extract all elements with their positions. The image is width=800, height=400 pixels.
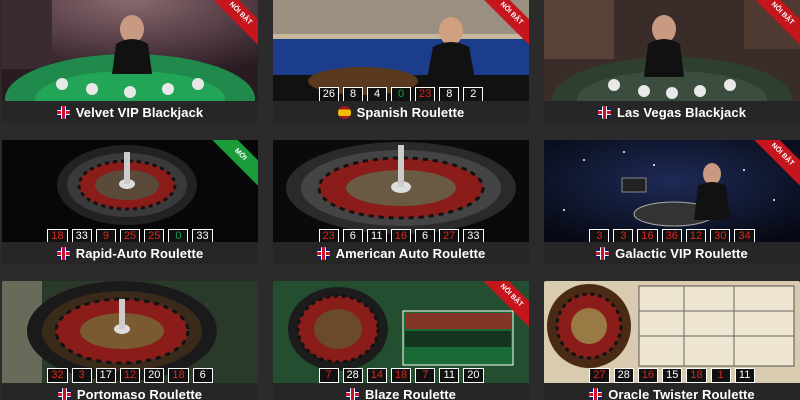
uk-flag-icon (57, 387, 71, 400)
game-thumbnail (273, 140, 529, 242)
result-chip: 0 (391, 87, 411, 102)
result-chip: 11 (439, 368, 460, 383)
result-chip: 18 (168, 368, 189, 383)
uk-flag-icon (596, 246, 610, 260)
result-chip: 18 (391, 368, 412, 383)
game-card-galactic-vip-roulette[interactable]: 3 3 16 36 12 30 34 NỔI BẬT Galactic VIP Roulet… (544, 140, 800, 264)
result-chip: 11 (734, 368, 755, 383)
uk-flag-icon (589, 387, 603, 400)
result-chip: 20 (463, 368, 484, 383)
game-grid: NỔI BẬT Velvet VIP Blackjack 26 8 4 0 23 8 2 N… (0, 0, 800, 400)
game-title: Spanish Roulette (356, 104, 465, 120)
result-chip: 32 (47, 368, 68, 383)
game-title-bar: Velvet VIP Blackjack (2, 101, 258, 123)
uk-flag-icon (597, 105, 611, 119)
game-title: Blaze Roulette (365, 386, 456, 400)
game-title: American Auto Roulette (335, 245, 486, 261)
game-title-bar: Portomaso Roulette (2, 383, 258, 400)
result-chip: 28 (613, 368, 634, 383)
game-title: Velvet VIP Blackjack (75, 104, 204, 120)
result-chip: 27 (589, 368, 610, 383)
game-title-bar: Blaze Roulette (273, 383, 529, 400)
recent-results: 7 28 14 18 7 11 20 (273, 368, 529, 384)
game-title-bar: Las Vegas Blackjack (544, 101, 800, 123)
recent-results: 32 3 17 12 20 18 6 (2, 368, 258, 384)
result-chip: 23 (415, 87, 436, 102)
result-chip: 7 (415, 368, 436, 383)
game-title: Portomaso Roulette (76, 386, 203, 400)
game-card-oracle-twister-roulette[interactable]: 27 28 16 15 18 1 11 Oracle Twister Roulette (544, 281, 800, 400)
result-chip: 7 (318, 368, 339, 383)
result-chip: 8 (439, 87, 460, 102)
result-chip: 14 (366, 368, 387, 383)
result-chip: 8 (343, 87, 363, 102)
game-title-bar: Spanish Roulette (273, 101, 529, 123)
game-title: Galactic VIP Roulette (615, 245, 748, 261)
result-chip: 26 (318, 87, 339, 102)
game-title-bar: Oracle Twister Roulette (544, 383, 800, 400)
result-chip: 17 (95, 368, 116, 383)
game-card-american-auto-roulette[interactable]: 23 6 11 16 6 27 33 American Auto Roulette (273, 140, 529, 264)
game-card-rapid-auto-roulette[interactable]: 18 33 9 25 25 0 33 MỚI Rapid-Auto Roulette (2, 140, 258, 264)
game-title: Las Vegas Blackjack (616, 104, 747, 120)
game-card-las-vegas-blackjack[interactable]: NỔI BẬT Las Vegas Blackjack (544, 0, 800, 123)
result-chip: 20 (144, 368, 165, 383)
uk-flag-icon (56, 246, 70, 260)
result-chip: 6 (192, 368, 213, 383)
game-thumbnail (544, 140, 800, 242)
result-chip: 15 (662, 368, 683, 383)
game-title-bar: Galactic VIP Roulette (544, 242, 800, 264)
game-title: Oracle Twister Roulette (608, 386, 755, 400)
game-title-bar: Rapid-Auto Roulette (2, 242, 258, 264)
game-card-blaze-roulette[interactable]: 7 28 14 18 7 11 20 NỔI BẬT Blaze Roulette (273, 281, 529, 400)
result-chip: 4 (367, 87, 387, 102)
game-title: Rapid-Auto Roulette (75, 245, 204, 261)
result-chip: 3 (71, 368, 92, 383)
game-title-bar: American Auto Roulette (273, 242, 529, 264)
result-chip: 1 (710, 368, 731, 383)
result-chip: 28 (342, 368, 363, 383)
game-thumbnail (544, 0, 800, 101)
game-thumbnail (2, 140, 258, 242)
game-card-velvet-vip-blackjack[interactable]: NỔI BẬT Velvet VIP Blackjack (2, 0, 258, 123)
uk-flag-icon (316, 246, 330, 260)
result-chip: 16 (637, 368, 659, 383)
spain-flag-icon (337, 105, 351, 119)
game-card-portomaso-roulette[interactable]: 32 3 17 12 20 18 6 Portomaso Roulette (2, 281, 258, 400)
uk-flag-icon (56, 105, 70, 119)
recent-results: 27 28 16 15 18 1 11 (544, 368, 800, 384)
game-thumbnail (2, 0, 258, 101)
result-chip: 12 (119, 368, 141, 383)
result-chip: 2 (463, 87, 484, 102)
result-chip: 18 (686, 368, 707, 383)
game-card-spanish-roulette[interactable]: 26 8 4 0 23 8 2 NỔI BẬT Spanish Roulette (273, 0, 529, 123)
game-thumbnail (273, 0, 529, 101)
uk-flag-icon (346, 387, 359, 400)
